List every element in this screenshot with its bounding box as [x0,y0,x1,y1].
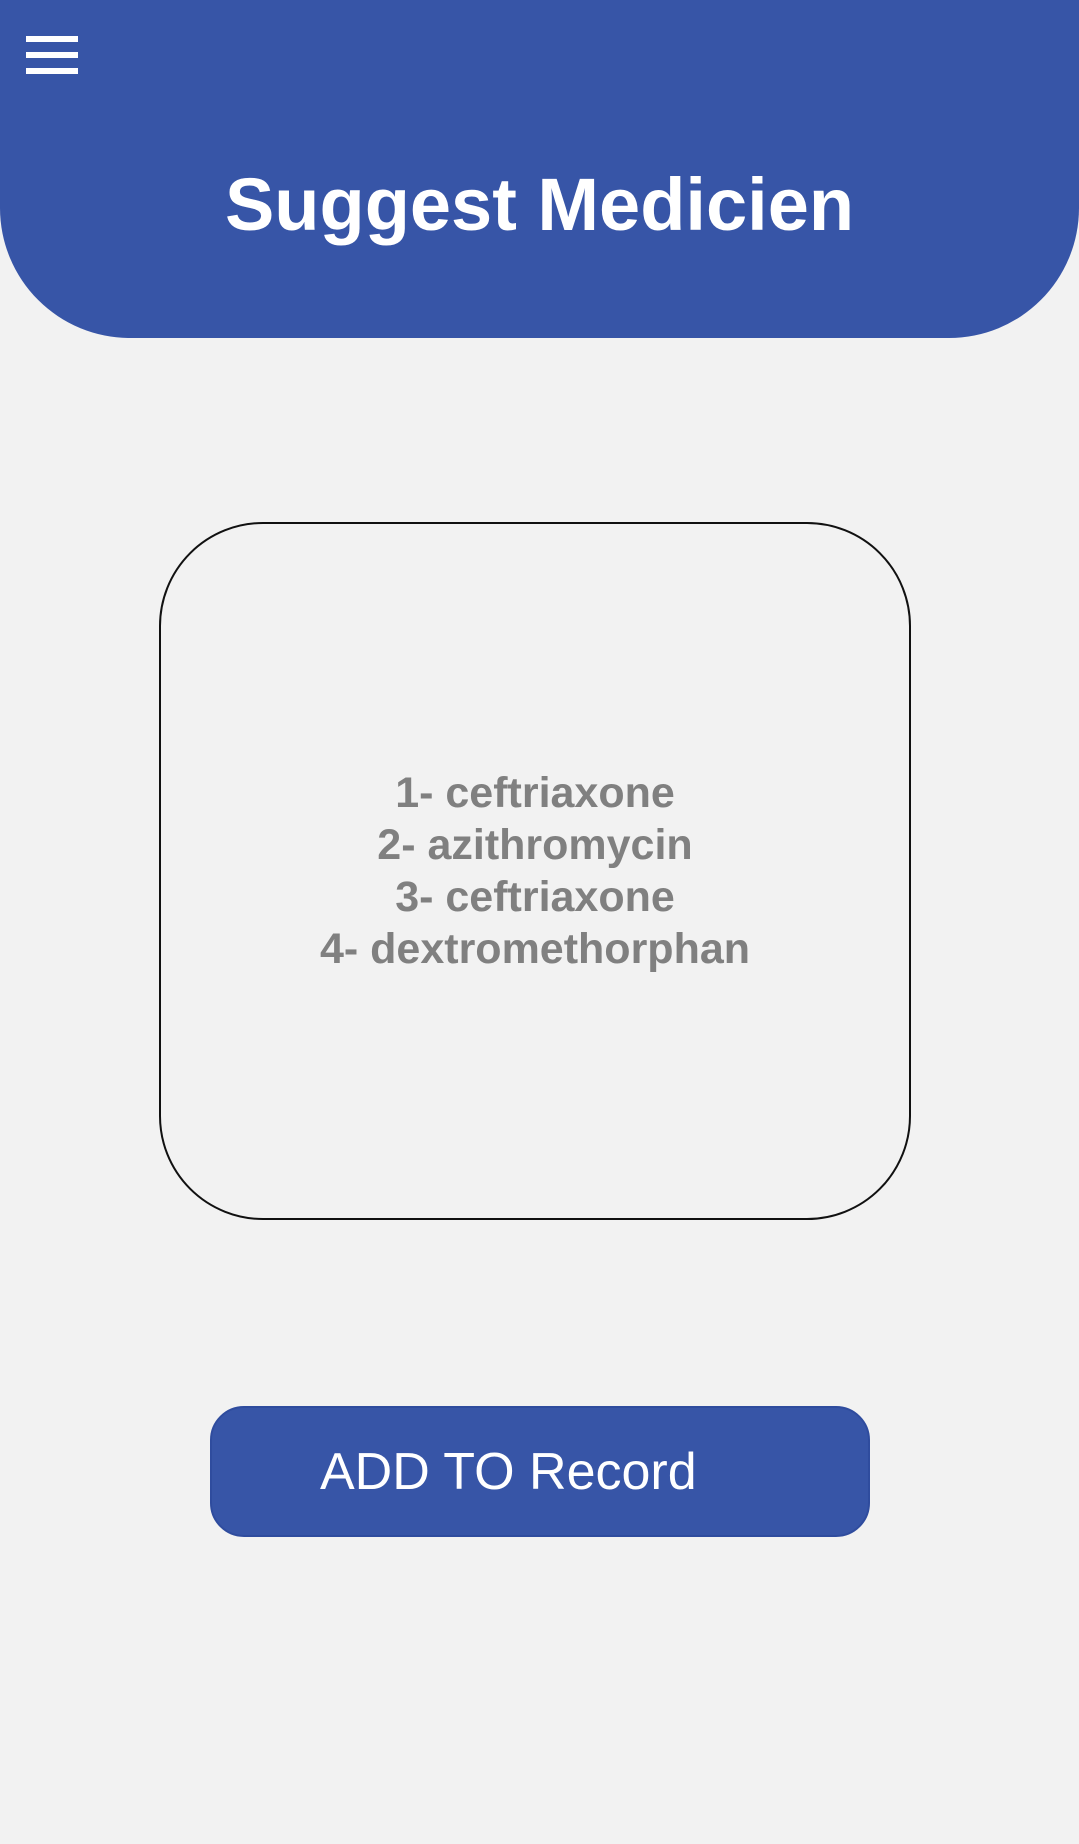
hamburger-menu-icon[interactable] [26,34,78,76]
app-header: Suggest Medicien [0,0,1079,338]
add-to-record-button[interactable]: ADD TO Record [210,1406,870,1537]
medicine-list: 1- ceftriaxone 2- azithromycin 3- ceftri… [320,767,750,975]
medicine-item: 1- ceftriaxone [395,769,675,817]
medicine-item: 3- ceftriaxone [395,873,675,921]
medicine-list-box: 1- ceftriaxone 2- azithromycin 3- ceftri… [159,522,911,1220]
menu-bar-line [26,52,78,58]
menu-bar-line [26,36,78,42]
medicine-item: 2- azithromycin [377,821,693,869]
menu-bar-line [26,68,78,74]
page-title: Suggest Medicien [224,163,855,246]
medicine-item: 4- dextromethorphan [319,925,751,973]
